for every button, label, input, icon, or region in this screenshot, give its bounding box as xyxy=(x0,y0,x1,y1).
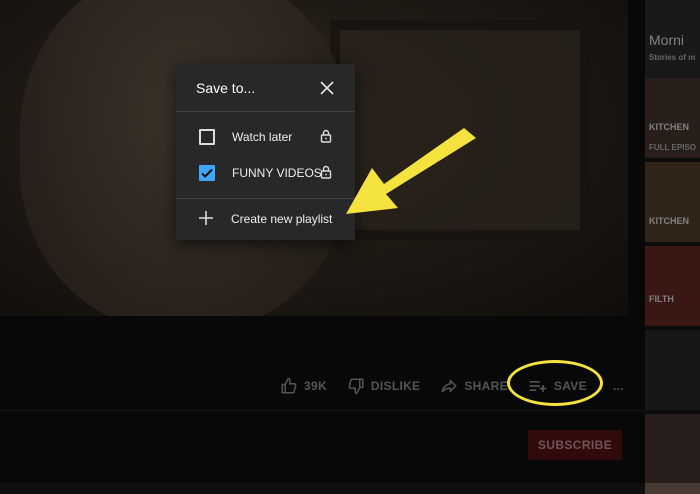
dialog-divider xyxy=(176,198,355,199)
close-icon[interactable] xyxy=(319,80,335,96)
save-to-playlist-dialog: Save to... Watch later FUNNY VIDEOS Crea… xyxy=(176,64,355,240)
plus-icon xyxy=(199,211,213,225)
create-new-playlist-button[interactable]: Create new playlist xyxy=(176,200,355,238)
lock-icon xyxy=(320,165,332,179)
checkbox-checked[interactable] xyxy=(199,165,215,181)
checkbox[interactable] xyxy=(199,129,215,145)
playlist-option-label: Watch later xyxy=(232,130,293,144)
lock-icon xyxy=(320,129,332,143)
dialog-title: Save to... xyxy=(196,80,256,96)
checkmark-icon xyxy=(201,168,213,178)
dialog-header: Save to... xyxy=(176,64,355,112)
highlight-ellipse-annotation xyxy=(507,360,603,406)
playlist-option-label: FUNNY VIDEOS xyxy=(232,166,322,180)
create-playlist-label: Create new playlist xyxy=(231,212,333,226)
arrow-annotation xyxy=(346,128,476,214)
playlist-option-funny-videos[interactable]: FUNNY VIDEOS xyxy=(176,155,355,191)
playlist-option-watch-later[interactable]: Watch later xyxy=(176,119,355,155)
